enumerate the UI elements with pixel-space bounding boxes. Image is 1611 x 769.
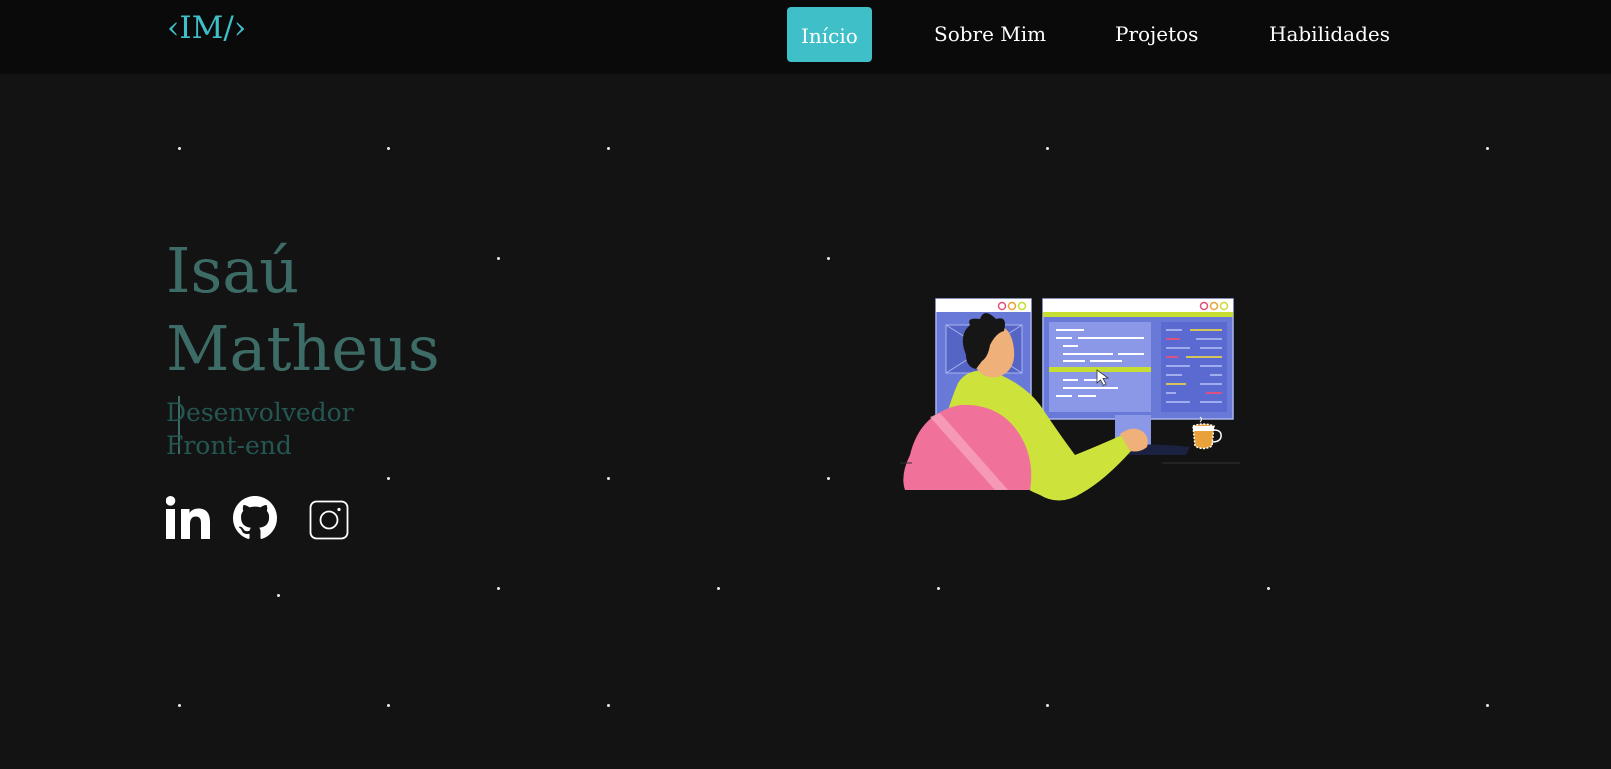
instagram-link[interactable]: [309, 500, 349, 544]
nav-link-projetos[interactable]: Projetos: [1115, 7, 1198, 62]
star-dot: [607, 477, 610, 480]
hero-first-name: Isaú: [166, 234, 300, 307]
hero-last-name: Matheus: [166, 312, 440, 385]
nav-link-habilidades[interactable]: Habilidades: [1269, 7, 1390, 62]
site-logo[interactable]: ‹IM/›: [167, 8, 246, 48]
star-dot: [497, 257, 500, 260]
developer-illustration: [900, 298, 1240, 501]
star-dot: [1046, 704, 1049, 707]
star-dot: [178, 147, 181, 150]
linkedin-link[interactable]: [165, 496, 211, 544]
star-dot: [827, 477, 830, 480]
star-dot: [717, 587, 720, 590]
github-link[interactable]: [233, 496, 277, 544]
star-dot: [387, 147, 390, 150]
star-dot: [387, 704, 390, 707]
star-dot: [607, 147, 610, 150]
github-icon: [233, 496, 277, 539]
star-dot: [277, 594, 280, 597]
navbar: ‹IM/› Início Sobre Mim Projetos Habilida…: [0, 0, 1611, 74]
star-dot: [1046, 147, 1049, 150]
star-dot: [827, 257, 830, 260]
star-dot: [607, 704, 610, 707]
nav-link-sobre-mim[interactable]: Sobre Mim: [934, 7, 1046, 62]
star-dot: [1486, 147, 1489, 150]
star-dot: [1486, 704, 1489, 707]
hero-role: Desenvolvedor Front-end: [166, 398, 354, 460]
star-dot: [937, 587, 940, 590]
star-dot: [178, 704, 181, 707]
star-dot: [1267, 587, 1270, 590]
nav-link-inicio[interactable]: Início: [787, 7, 872, 62]
star-dot: [387, 477, 390, 480]
linkedin-icon: [165, 496, 210, 539]
star-dot: [497, 587, 500, 590]
instagram-icon: [309, 500, 349, 540]
